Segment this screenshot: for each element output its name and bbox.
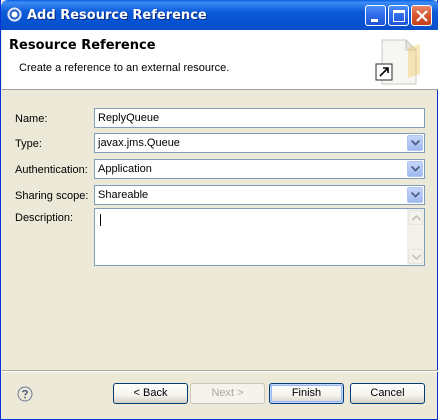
resource-reference-wizard-icon [375, 38, 420, 85]
banner-description: Create a reference to an external resour… [19, 62, 230, 74]
help-icon[interactable] [17, 386, 33, 402]
description-label: Description: [15, 212, 74, 224]
name-value: ReplyQueue [98, 112, 160, 124]
scroll-down-button[interactable] [408, 249, 423, 264]
sharing-scope-value: Shareable [98, 189, 149, 201]
type-value: javax.jms.Queue [98, 137, 180, 149]
finish-button[interactable]: Finish [269, 383, 344, 404]
description-scrollbar[interactable] [407, 209, 424, 265]
back-button[interactable]: < Back [113, 383, 188, 404]
authentication-label: Authentication: [15, 164, 88, 176]
type-dropdown-button[interactable] [407, 135, 423, 151]
cancel-button[interactable]: Cancel [350, 383, 425, 404]
type-select[interactable]: javax.jms.Queue [94, 133, 425, 153]
footer-separator [2, 370, 438, 372]
chevron-down-icon [411, 166, 420, 172]
chevron-down-icon [412, 254, 421, 260]
authentication-dropdown-button[interactable] [407, 161, 423, 177]
title-bar[interactable]: Add Resource Reference [1, 0, 438, 30]
sharing-scope-dropdown-button[interactable] [407, 187, 423, 203]
close-icon [416, 10, 428, 22]
next-button[interactable]: Next > [190, 383, 265, 404]
scroll-up-button[interactable] [408, 210, 423, 225]
maximize-icon [393, 10, 405, 22]
type-label: Type: [15, 138, 42, 150]
window-title: Add Resource Reference [27, 8, 207, 23]
banner-title: Resource Reference [9, 38, 156, 53]
name-label: Name: [15, 113, 48, 125]
sharing-scope-label: Sharing scope: [15, 190, 89, 202]
authentication-select[interactable]: Application [94, 159, 425, 179]
add-resource-reference-dialog: Add Resource Reference Resource Referenc… [0, 0, 438, 420]
maximize-button[interactable] [388, 5, 409, 26]
authentication-value: Application [98, 163, 152, 175]
sharing-scope-select[interactable]: Shareable [94, 185, 425, 205]
chevron-down-icon [411, 140, 420, 146]
close-button[interactable] [411, 5, 432, 26]
app-icon [7, 7, 22, 22]
minimize-button[interactable] [365, 5, 386, 26]
chevron-down-icon [411, 192, 420, 198]
wizard-banner: Resource Reference Create a reference to… [2, 30, 438, 90]
name-field[interactable]: ReplyQueue [94, 108, 425, 128]
description-textarea[interactable] [94, 208, 425, 266]
text-caret [100, 214, 101, 226]
minimize-icon [371, 19, 378, 22]
chevron-up-icon [412, 215, 421, 221]
